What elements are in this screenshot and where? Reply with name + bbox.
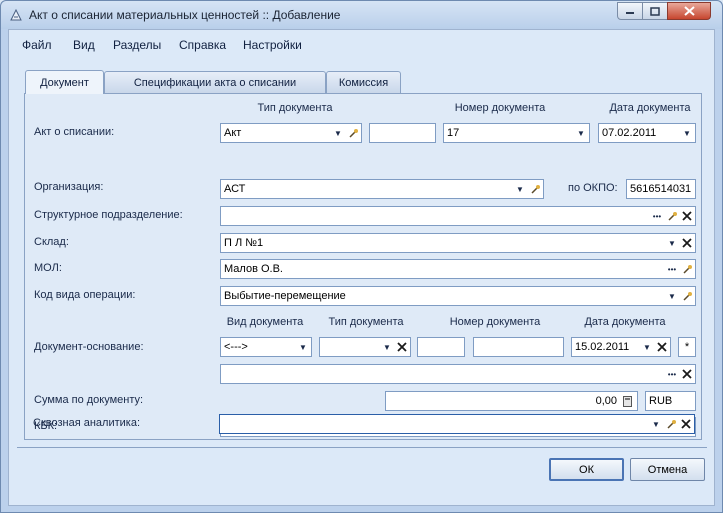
clear-icon[interactable]	[395, 339, 409, 355]
doc-number-value: 17	[447, 127, 460, 139]
header-doc-number: Номер документа	[454, 102, 546, 114]
basis-description-input[interactable]: •••	[220, 364, 696, 384]
clear-icon[interactable]	[680, 208, 694, 224]
pick-icon[interactable]	[680, 288, 694, 304]
maximize-button[interactable]	[642, 2, 668, 20]
document-panel: Тип документа Номер документа Дата докум…	[24, 93, 702, 440]
chevron-down-icon[interactable]: ▼	[331, 125, 345, 141]
sum-value: 0,00	[595, 395, 617, 407]
base-type-select[interactable]: ▼	[319, 337, 411, 357]
cancel-button[interactable]: Отмена	[630, 458, 705, 481]
analytics-input[interactable]: ▼	[219, 414, 695, 434]
header-base-type: Тип документа	[328, 316, 404, 328]
mol-input[interactable]: Малов О.В. •••	[220, 259, 696, 279]
label-analytics: Сквозная аналитика:	[33, 417, 141, 429]
warehouse-select[interactable]: П Л №1 ▼	[220, 233, 696, 253]
title-bar[interactable]: Акт о списании материальных ценностей ::…	[1, 1, 722, 29]
calculator-icon[interactable]	[620, 393, 634, 409]
chevron-down-icon[interactable]: ▼	[640, 339, 654, 355]
menu-settings[interactable]: Настройки	[243, 38, 302, 52]
warehouse-value: П Л №1	[224, 237, 264, 249]
base-kind-value: <--->	[224, 341, 248, 353]
close-icon	[683, 6, 695, 16]
operation-value: Выбытие-перемещение	[224, 290, 346, 302]
pick-icon[interactable]	[680, 261, 694, 277]
pick-icon[interactable]	[528, 181, 542, 197]
operation-select[interactable]: Выбытие-перемещение ▼	[220, 286, 696, 306]
chevron-down-icon[interactable]: ▼	[513, 181, 527, 197]
label-organization: Организация:	[34, 181, 104, 193]
clear-icon[interactable]	[680, 235, 694, 251]
dialog-client-area: Файл Вид Разделы Справка Настройки Докум…	[8, 29, 715, 506]
chevron-down-icon[interactable]: ▼	[649, 416, 663, 432]
app-icon	[10, 8, 22, 21]
menu-file[interactable]: Файл	[22, 38, 52, 52]
menu-bar: Файл Вид Разделы Справка Настройки	[9, 30, 714, 60]
clear-icon[interactable]	[679, 416, 693, 432]
maximize-icon	[650, 6, 660, 16]
close-window-button[interactable]	[667, 2, 711, 20]
label-act: Акт о списании:	[34, 126, 115, 138]
chevron-down-icon[interactable]: ▼	[574, 125, 588, 141]
pick-icon[interactable]	[665, 208, 679, 224]
footer-separator	[17, 447, 707, 448]
base-date-value: 15.02.2011	[575, 341, 630, 353]
ellipsis-icon[interactable]: •••	[650, 208, 664, 224]
clear-icon[interactable]	[680, 366, 694, 382]
chevron-down-icon[interactable]: ▼	[380, 339, 394, 355]
doc-date-value: 07.02.2011	[602, 127, 657, 139]
doc-type-value: Акт	[224, 127, 242, 139]
menu-sections[interactable]: Разделы	[113, 38, 161, 52]
minimize-button[interactable]	[617, 2, 643, 20]
header-base-kind: Вид документа	[226, 316, 304, 328]
subdivision-input[interactable]: •••	[220, 206, 696, 226]
header-base-date: Дата документа	[584, 316, 666, 328]
header-doc-date: Дата документа	[609, 102, 691, 114]
label-operation: Код вида операции:	[34, 289, 136, 301]
label-warehouse: Склад:	[34, 236, 69, 248]
tab-document[interactable]: Документ	[25, 70, 104, 94]
label-sum: Сумма по документу:	[34, 394, 144, 406]
header-doc-type: Тип документа	[257, 102, 333, 114]
okpo-input[interactable]: 5616514031	[626, 179, 696, 199]
add-basis-button[interactable]: *	[678, 337, 696, 357]
doc-number-select[interactable]: 17 ▼	[443, 123, 590, 143]
calendar-dropdown-icon[interactable]: ▼	[680, 125, 694, 141]
window-title: Акт о списании материальных ценностей ::…	[29, 8, 341, 22]
dialog-window: Акт о списании материальных ценностей ::…	[0, 0, 723, 513]
currency-input[interactable]: RUB	[645, 391, 696, 411]
doc-type-select[interactable]: Акт ▼	[220, 123, 362, 143]
header-base-number: Номер документа	[449, 316, 541, 328]
label-okpo: по ОКПО:	[568, 182, 618, 194]
ok-button[interactable]: ОК	[549, 458, 624, 481]
ellipsis-icon[interactable]: •••	[665, 261, 679, 277]
ellipsis-icon[interactable]: •••	[665, 366, 679, 382]
chevron-down-icon[interactable]: ▼	[665, 235, 679, 251]
clear-icon[interactable]	[655, 339, 669, 355]
organization-value: АСТ	[224, 183, 246, 195]
menu-view[interactable]: Вид	[73, 38, 95, 52]
mol-value: Малов О.В.	[224, 263, 283, 275]
chevron-down-icon[interactable]: ▼	[665, 288, 679, 304]
base-date-input[interactable]: 15.02.2011 ▼	[571, 337, 671, 357]
tab-commission[interactable]: Комиссия	[326, 71, 401, 93]
organization-select[interactable]: АСТ ▼	[220, 179, 544, 199]
chevron-down-icon[interactable]: ▼	[296, 339, 310, 355]
sum-input[interactable]: 0,00	[385, 391, 638, 411]
base-number-input[interactable]	[473, 337, 564, 357]
base-kind-select[interactable]: <---> ▼	[220, 337, 312, 357]
pick-icon[interactable]	[346, 125, 360, 141]
tab-specifications[interactable]: Спецификации акта о списании	[104, 71, 326, 93]
pick-icon[interactable]	[664, 416, 678, 432]
base-number-prefix-input[interactable]	[417, 337, 465, 357]
label-subdivision: Структурное подразделение:	[34, 209, 183, 221]
doc-date-input[interactable]: 07.02.2011 ▼	[598, 123, 696, 143]
label-basis: Документ-основание:	[34, 341, 144, 353]
minimize-icon	[626, 12, 634, 14]
label-mol: МОЛ:	[34, 262, 62, 274]
doc-prefix-input[interactable]	[369, 123, 436, 143]
menu-help[interactable]: Справка	[179, 38, 226, 52]
